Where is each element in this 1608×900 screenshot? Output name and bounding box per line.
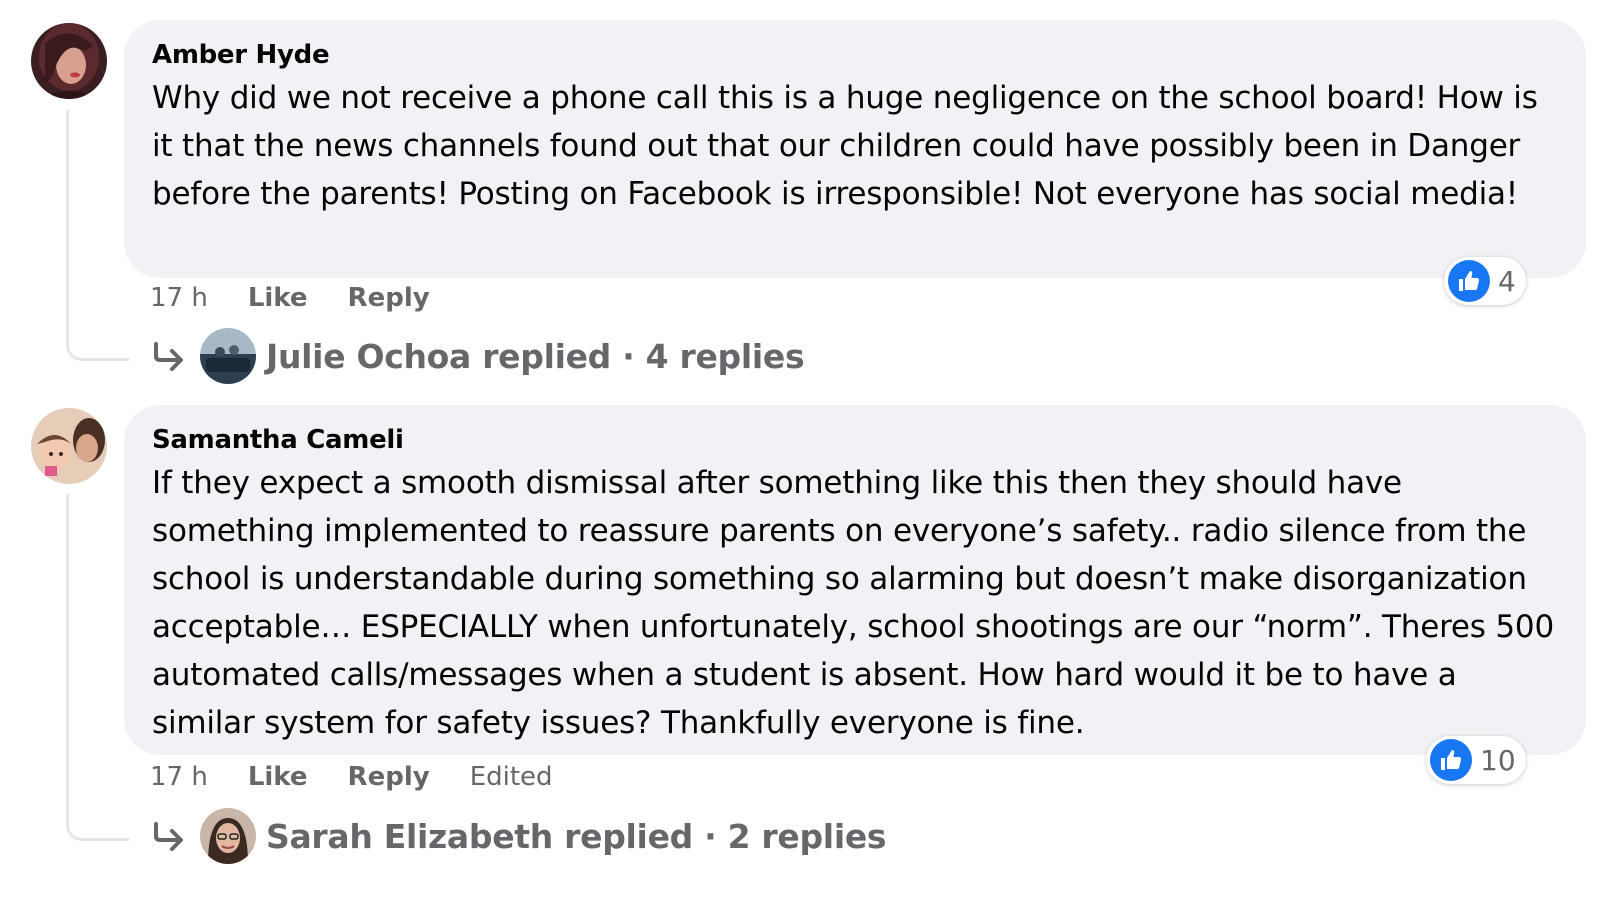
- thumbs-up-icon: [1448, 260, 1490, 302]
- thread-line: [66, 110, 129, 361]
- like-button[interactable]: Like: [248, 283, 308, 313]
- comment-author[interactable]: Amber Hyde: [152, 38, 1556, 72]
- avatar[interactable]: [31, 408, 107, 484]
- comment-text: If they expect a smooth dismissal after …: [152, 465, 1554, 741]
- reply-arrow-icon: [154, 342, 183, 371]
- comment-timestamp[interactable]: 17 h: [150, 762, 208, 792]
- comment-text: Why did we not receive a phone call this…: [152, 80, 1538, 212]
- avatar: [200, 328, 256, 384]
- comment-author[interactable]: Samantha Cameli: [152, 423, 1556, 457]
- comment-actions: 17 h Like Reply: [150, 283, 470, 313]
- avatar[interactable]: [31, 23, 107, 99]
- reply-arrow-icon: [154, 822, 183, 851]
- reply-button[interactable]: Reply: [348, 762, 430, 792]
- comment-timestamp[interactable]: 17 h: [150, 283, 208, 313]
- comment-actions: 17 h Like Reply Edited: [150, 762, 553, 792]
- thread-line: [66, 494, 129, 841]
- edited-label[interactable]: Edited: [470, 762, 553, 792]
- reaction-count: 4: [1498, 264, 1516, 298]
- like-button[interactable]: Like: [248, 762, 308, 792]
- avatar: [200, 808, 256, 864]
- reaction-summary[interactable]: 4: [1444, 257, 1526, 305]
- thumbs-up-icon: [1430, 739, 1472, 781]
- replies-summary[interactable]: Sarah Elizabeth replied · 2 replies: [266, 817, 887, 856]
- replies-summary[interactable]: Julie Ochoa replied · 4 replies: [266, 337, 805, 376]
- reaction-summary[interactable]: 10: [1426, 736, 1526, 784]
- reply-button[interactable]: Reply: [348, 283, 430, 313]
- view-replies-link[interactable]: Julie Ochoa replied · 4 replies: [150, 328, 805, 384]
- view-replies-link[interactable]: Sarah Elizabeth replied · 2 replies: [150, 808, 887, 864]
- comment-bubble: Samantha Cameli If they expect a smooth …: [124, 405, 1586, 755]
- comment-bubble: Amber Hyde Why did we not receive a phon…: [124, 20, 1586, 278]
- reaction-count: 10: [1480, 743, 1516, 777]
